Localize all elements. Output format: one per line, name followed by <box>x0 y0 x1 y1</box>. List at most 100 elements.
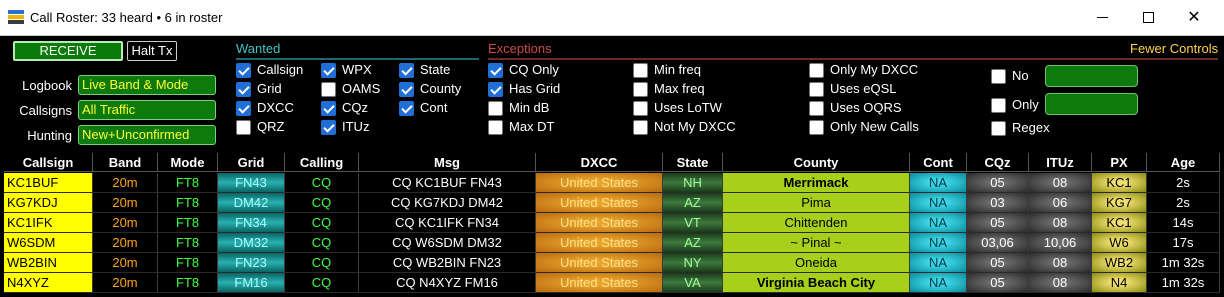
checkbox-unchecked-icon[interactable] <box>236 120 251 135</box>
cell-ituz[interactable]: 10,06 <box>1029 233 1092 253</box>
checkbox-checked-icon[interactable] <box>488 82 503 97</box>
cell-dxcc[interactable]: United States <box>536 213 663 233</box>
cell-mode[interactable]: FT8 <box>158 173 218 193</box>
cell-cqz[interactable]: 03 <box>967 193 1029 213</box>
cell-cont[interactable]: NA <box>910 173 967 193</box>
cell-callsign[interactable]: KC1IFK <box>4 213 93 233</box>
cell-dxcc[interactable]: United States <box>536 173 663 193</box>
fewer-controls-link[interactable]: Fewer Controls <box>1130 41 1218 56</box>
cell-county[interactable]: ~ Pinal ~ <box>723 233 910 253</box>
cell-mode[interactable]: FT8 <box>158 193 218 213</box>
cell-band[interactable]: 20m <box>93 233 158 253</box>
cell-msg[interactable]: CQ N4XYZ FM16 <box>359 273 536 293</box>
header-callsign[interactable]: Callsign <box>4 153 93 172</box>
checkbox-checked-icon[interactable] <box>321 101 336 116</box>
cell-callsign[interactable]: KG7KDJ <box>4 193 93 213</box>
checkbox-checked-icon[interactable] <box>399 101 414 116</box>
maximize-button[interactable] <box>1125 0 1171 36</box>
cell-county[interactable]: Pima <box>723 193 910 213</box>
cell-band[interactable]: 20m <box>93 253 158 273</box>
checkbox-checked-icon[interactable] <box>236 63 251 78</box>
cell-band[interactable]: 20m <box>93 193 158 213</box>
minimize-button[interactable] <box>1079 0 1125 36</box>
header-calling[interactable]: Calling <box>285 153 359 172</box>
cell-ituz[interactable]: 08 <box>1029 213 1092 233</box>
table-row[interactable]: W6SDM 20m FT8 DM32 CQ CQ W6SDM DM32 United Sta… <box>4 233 1220 253</box>
halt-tx-button[interactable]: Halt Tx <box>127 41 177 61</box>
table-row[interactable]: WB2BIN 20m FT8 FN23 CQ CQ WB2BIN FN23 United S… <box>4 253 1220 273</box>
cell-cqz[interactable]: 03,06 <box>967 233 1029 253</box>
cell-callsign[interactable]: W6SDM <box>4 233 93 253</box>
checkbox-unchecked-icon[interactable] <box>991 121 1006 136</box>
checkbox-unchecked-icon[interactable] <box>809 82 824 97</box>
checkbox-unchecked-icon[interactable] <box>991 98 1006 113</box>
cell-mode[interactable]: FT8 <box>158 233 218 253</box>
cell-msg[interactable]: CQ KC1IFK FN34 <box>359 213 536 233</box>
cell-cont[interactable]: NA <box>910 213 967 233</box>
table-row[interactable]: KC1IFK 20m FT8 FN34 CQ CQ KC1IFK FN34 United S… <box>4 213 1220 233</box>
header-msg[interactable]: Msg <box>359 153 536 172</box>
cell-age[interactable]: 1m 32s <box>1147 253 1220 273</box>
checkbox-unchecked-icon[interactable] <box>809 101 824 116</box>
cell-callsign[interactable]: N4XYZ <box>4 273 93 293</box>
cell-ituz[interactable]: 08 <box>1029 173 1092 193</box>
cell-grid[interactable]: FN23 <box>218 253 285 273</box>
checkbox-unchecked-icon[interactable] <box>991 69 1006 84</box>
cell-state[interactable]: VA <box>663 273 723 293</box>
cell-px[interactable]: KC1 <box>1092 213 1147 233</box>
header-age[interactable]: Age <box>1147 153 1220 172</box>
cell-age[interactable]: 2s <box>1147 193 1220 213</box>
cell-px[interactable]: WB2 <box>1092 253 1147 273</box>
receive-button[interactable]: RECEIVE <box>13 41 123 61</box>
cell-px[interactable]: KC1 <box>1092 173 1147 193</box>
cell-ituz[interactable]: 08 <box>1029 253 1092 273</box>
no-filter-input[interactable] <box>1045 65 1138 87</box>
cell-ituz[interactable]: 08 <box>1029 273 1092 293</box>
only-filter-input[interactable] <box>1045 93 1138 115</box>
checkbox-checked-icon[interactable] <box>236 82 251 97</box>
cell-calling[interactable]: CQ <box>285 273 359 293</box>
checkbox-checked-icon[interactable] <box>321 120 336 135</box>
cell-msg[interactable]: CQ WB2BIN FN23 <box>359 253 536 273</box>
header-grid[interactable]: Grid <box>218 153 285 172</box>
cell-age[interactable]: 1m 32s <box>1147 273 1220 293</box>
checkbox-checked-icon[interactable] <box>399 82 414 97</box>
checkbox-unchecked-icon[interactable] <box>809 120 824 135</box>
header-cqz[interactable]: CQz <box>967 153 1029 172</box>
header-state[interactable]: State <box>663 153 723 172</box>
cell-calling[interactable]: CQ <box>285 173 359 193</box>
checkbox-unchecked-icon[interactable] <box>809 63 824 78</box>
cell-cont[interactable]: NA <box>910 193 967 213</box>
cell-calling[interactable]: CQ <box>285 253 359 273</box>
cell-age[interactable]: 14s <box>1147 213 1220 233</box>
header-dxcc[interactable]: DXCC <box>536 153 663 172</box>
header-mode[interactable]: Mode <box>158 153 218 172</box>
cell-band[interactable]: 20m <box>93 213 158 233</box>
cell-grid[interactable]: FN43 <box>218 173 285 193</box>
cell-msg[interactable]: CQ W6SDM DM32 <box>359 233 536 253</box>
cell-ituz[interactable]: 06 <box>1029 193 1092 213</box>
checkbox-unchecked-icon[interactable] <box>488 101 503 116</box>
cell-grid[interactable]: DM32 <box>218 233 285 253</box>
checkbox-unchecked-icon[interactable] <box>633 120 648 135</box>
cell-dxcc[interactable]: United States <box>536 193 663 213</box>
cell-grid[interactable]: FM16 <box>218 273 285 293</box>
table-row[interactable]: KC1BUF 20m FT8 FN43 CQ CQ KC1BUF FN43 United S… <box>4 173 1220 193</box>
cell-state[interactable]: AZ <box>663 233 723 253</box>
checkbox-unchecked-icon[interactable] <box>321 82 336 97</box>
checkbox-checked-icon[interactable] <box>236 101 251 116</box>
cell-msg[interactable]: CQ KG7KDJ DM42 <box>359 193 536 213</box>
cell-band[interactable]: 20m <box>93 273 158 293</box>
cell-state[interactable]: NY <box>663 253 723 273</box>
cell-state[interactable]: AZ <box>663 193 723 213</box>
cell-cont[interactable]: NA <box>910 233 967 253</box>
cell-calling[interactable]: CQ <box>285 213 359 233</box>
cell-px[interactable]: W6 <box>1092 233 1147 253</box>
cell-msg[interactable]: CQ KC1BUF FN43 <box>359 173 536 193</box>
checkbox-unchecked-icon[interactable] <box>633 82 648 97</box>
checkbox-checked-icon[interactable] <box>488 63 503 78</box>
cell-cqz[interactable]: 05 <box>967 253 1029 273</box>
cell-age[interactable]: 17s <box>1147 233 1220 253</box>
cell-callsign[interactable]: KC1BUF <box>4 173 93 193</box>
checkbox-unchecked-icon[interactable] <box>633 101 648 116</box>
